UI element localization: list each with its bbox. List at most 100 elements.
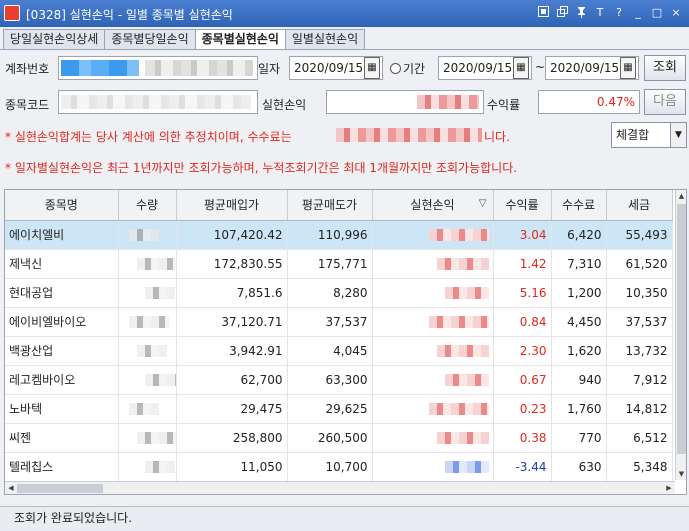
tab-daily-realized-pnl[interactable]: 일별실현손익 [284,29,366,49]
cell-qty [118,278,177,308]
tab-stock-realized-pnl[interactable]: 종목별실현손익 [194,29,286,50]
date-value: 2020/09/15 [294,61,364,75]
cell-avg-sell: 63,300 [287,365,373,395]
notice-1-prefix: * 실현손익합계는 당사 계산에 의한 추정치이며, 수수료는 [5,130,292,144]
cell-fee: 4,450 [551,307,607,337]
scroll-down-icon[interactable]: ▼ [676,468,686,480]
col-header-avg-sell[interactable]: 평균매도가 [287,190,373,221]
cell-rate: 3.04 [493,220,552,250]
query-button[interactable]: 조회 [644,55,686,81]
return-value: 0.47% [596,95,635,109]
notice-1-suffix: 니다. [484,130,510,144]
restore-icon[interactable] [536,5,550,20]
horizontal-scrollbar[interactable]: ◀ ▶ [5,481,675,494]
table-row[interactable]: 노바텍 29,475 29,625 0.23 1,760 14,812 [5,394,673,424]
stock-code-field[interactable] [58,90,258,114]
cell-qty [118,307,177,337]
account-label: 계좌번호 [5,62,50,76]
cell-tax: 55,493 [606,220,673,250]
scroll-right-icon[interactable]: ▶ [663,482,675,494]
help-icon[interactable]: ? [612,5,626,20]
cell-stock-name: 에이비엘바이오 [5,307,119,337]
cell-qty [118,249,177,279]
table-row[interactable]: 텔레칩스 11,050 10,700 -3.44 630 5,348 [5,452,673,482]
cell-tax: 6,512 [606,423,673,453]
table-row[interactable]: 백광산업 3,942.91 4,045 2.30 1,620 13,732 [5,336,673,366]
table-row[interactable]: 현대공업 7,851.6 8,280 5.16 1,200 10,350 [5,278,673,308]
cell-realized-pnl [372,394,494,424]
table-row[interactable]: 에이치엘비 107,420.42 110,996 3.04 6,420 55,493 [5,220,673,250]
window-title: [0328] 실현손익 - 일별 종목별 실현손익 [26,8,233,22]
cell-avg-buy: 258,800 [176,423,288,453]
cell-tax: 5,348 [606,452,673,482]
scroll-up-icon[interactable]: ▲ [676,190,686,202]
calendar-icon[interactable]: ▦ [513,57,529,79]
table-row[interactable]: 에이비엘바이오 37,120.71 37,537 0.84 4,450 37,537 [5,307,673,337]
cell-realized-pnl [372,452,494,482]
realized-pnl-grid: 종목명 수량 평균매입가 평균매도가 실현손익 ▽ 수익률 수수료 세금 에이치… [4,189,687,495]
cell-avg-sell: 110,996 [287,220,373,250]
col-header-realized[interactable]: 실현손익 ▽ [372,190,494,221]
return-label: 수익률 [487,98,521,112]
col-header-name[interactable]: 종목명 [5,190,119,221]
col-header-rate[interactable]: 수익률 [493,190,552,221]
cell-realized-pnl [372,365,494,395]
cell-avg-buy: 3,942.91 [176,336,288,366]
cell-rate: 1.42 [493,249,552,279]
cell-tax: 7,912 [606,365,673,395]
radio-icon [390,63,401,74]
cell-stock-name: 에이치엘비 [5,220,119,250]
period-label: 기간 [403,62,426,76]
cell-qty [118,394,177,424]
minimize-icon[interactable]: _ [631,5,645,20]
tab-stock-daily-pnl[interactable]: 종목별당일손익 [104,29,196,49]
col-header-qty[interactable]: 수량 [118,190,177,221]
cell-avg-sell: 10,700 [287,452,373,482]
table-row[interactable]: 제낵신 172,830.55 175,771 1.42 7,310 61,520 [5,249,673,279]
copy-icon[interactable] [555,5,569,20]
cell-qty [118,220,177,250]
tab-daily-realized-detail[interactable]: 당일실현손익상세 [3,29,106,49]
vertical-scrollbar[interactable]: ▲ ▼ [675,190,686,480]
cell-rate: 0.38 [493,423,552,453]
table-row[interactable]: 씨젠 258,800 260,500 0.38 770 6,512 [5,423,673,453]
date-label: 일자 [258,62,281,76]
table-row[interactable]: 레고켐바이오 62,700 63,300 0.67 940 7,912 [5,365,673,395]
pin-icon[interactable] [574,5,588,20]
cell-qty [118,336,177,366]
cell-rate: 2.30 [493,336,552,366]
return-field: 0.47% [538,90,640,114]
cell-avg-sell: 8,280 [287,278,373,308]
sort-icon[interactable]: ▽ [479,198,487,209]
status-message: 조회가 완료되었습니다. [14,511,133,525]
scroll-left-icon[interactable]: ◀ [5,482,17,494]
realized-pnl-label: 실현손익 [262,98,307,112]
cell-avg-buy: 37,120.71 [176,307,288,337]
close-icon[interactable]: × [669,5,683,20]
notice-line-1: * 실현손익합계는 당사 계산에 의한 추정치이며, 수수료는 [5,128,292,145]
col-header-fee[interactable]: 수수료 [551,190,607,221]
next-button[interactable]: 다음 [644,89,686,115]
account-number-field[interactable] [58,56,258,80]
font-icon[interactable]: T [593,5,607,20]
cell-qty [118,423,177,453]
col-header-avg-buy[interactable]: 평균매입가 [176,190,288,221]
cell-fee: 1,620 [551,336,607,366]
cell-realized-pnl [372,220,494,250]
cell-avg-buy: 11,050 [176,452,288,482]
scroll-thumb[interactable] [677,204,686,454]
calendar-icon[interactable]: ▦ [364,57,380,79]
cell-tax: 13,732 [606,336,673,366]
col-header-tax[interactable]: 세금 [606,190,673,221]
notice-line-2: * 일자별실현손익은 최근 1년까지만 조회가능하며, 누적조회기간은 최대 1… [5,161,518,175]
calendar-icon[interactable]: ▦ [620,57,636,79]
cell-tax: 61,520 [606,249,673,279]
scroll-thumb-horizontal[interactable] [17,484,103,493]
execution-type-select[interactable]: 체결합 ▼ [611,122,687,148]
cell-fee: 7,310 [551,249,607,279]
cell-stock-name: 제낵신 [5,249,119,279]
period-radio[interactable]: 기간 [390,60,425,77]
cell-avg-buy: 172,830.55 [176,249,288,279]
cell-realized-pnl [372,278,494,308]
maximize-icon[interactable]: □ [650,5,664,20]
